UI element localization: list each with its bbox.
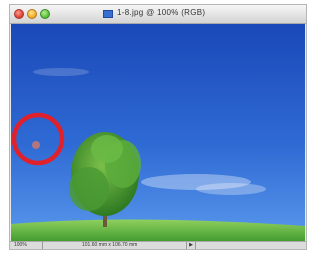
document-proxy-icon[interactable] <box>103 10 113 18</box>
image-canvas[interactable] <box>11 24 305 242</box>
cloud <box>196 183 266 195</box>
title-bar[interactable]: 1-8.jpg @ 100% (RGB) <box>10 5 306 24</box>
zoom-button[interactable] <box>40 9 50 19</box>
minimize-button[interactable] <box>27 9 37 19</box>
status-menu-arrow-icon[interactable]: ▶ <box>186 242 196 249</box>
sky <box>11 24 305 242</box>
cloud <box>33 68 89 76</box>
document-info: 101.60 mm x 106.70 mm <box>82 242 138 248</box>
document-window: 1-8.jpg @ 100% (RGB) 100% 101.60 mm x 10… <box>9 4 307 250</box>
spot <box>32 141 40 149</box>
close-button[interactable] <box>14 9 24 19</box>
window-title: 1-8.jpg @ 100% (RGB) <box>117 8 206 17</box>
status-bar: 100% 101.60 mm x 106.70 mm ▶ <box>10 241 306 249</box>
photo <box>11 24 305 242</box>
zoom-level-field[interactable]: 100% <box>14 242 43 249</box>
